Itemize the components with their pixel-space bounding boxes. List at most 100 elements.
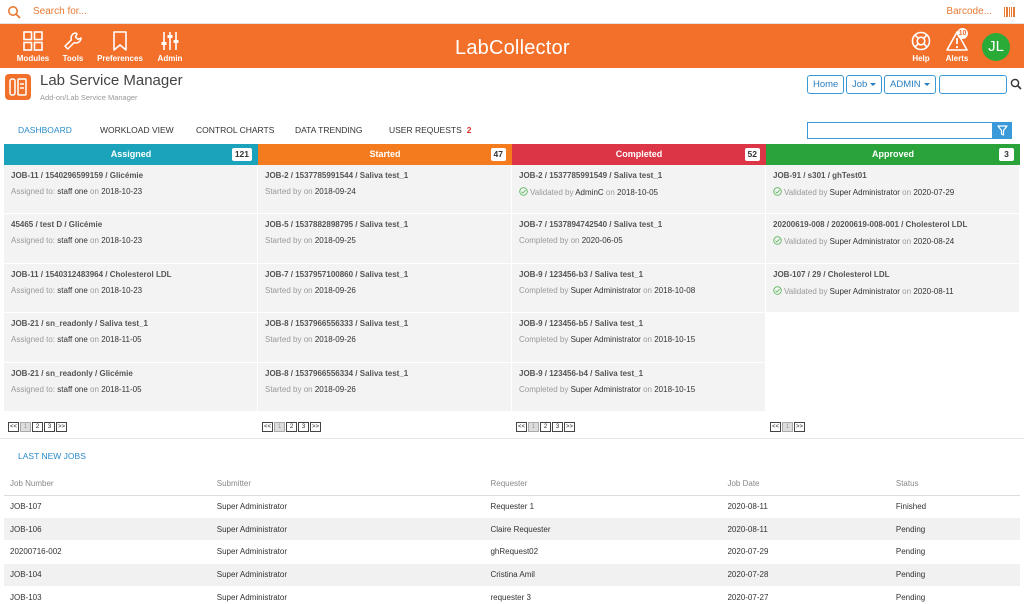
tab-dashboard[interactable]: DASHBOARD (18, 125, 72, 135)
page-button[interactable]: >> (564, 422, 576, 432)
job-card-on: on (90, 335, 99, 345)
job-card-title: JOB-9 / 123456-b5 / Saliva test_1 (519, 319, 644, 329)
job-card-status: Validated by AdminC on 2018-10-05 (519, 187, 758, 197)
check-circle-icon (773, 187, 782, 196)
global-search-input[interactable]: Search for... (33, 6, 87, 17)
job-card[interactable]: JOB-5 / 1537882898795 / Saliva test_1 Sta… (258, 214, 512, 264)
job-card[interactable]: JOB-2 / 1537785991544 / Saliva test_1 Sta… (258, 165, 512, 215)
table-cell: Super Administrator (210, 540, 485, 564)
job-card[interactable]: JOB-9 / 123456-b5 / Saliva test_1 Complet… (512, 313, 766, 363)
nav-alerts[interactable]: Alerts 10 (942, 24, 972, 68)
tab-data-trending[interactable]: DATA TRENDING (295, 125, 363, 135)
home-button[interactable]: Home (807, 75, 845, 94)
nav-modules[interactable]: Modules (14, 24, 52, 68)
table-cell: Super Administrator (210, 586, 485, 604)
table-row[interactable]: 20200716-002 Super Administrator ghRequest… (4, 540, 1020, 564)
tab-workload-view[interactable]: WORKLOAD VIEW (100, 125, 174, 135)
search-icon[interactable] (1010, 78, 1022, 90)
job-card[interactable]: JOB-7 / 1537894742540 / Saliva test_1 Com… (512, 214, 766, 264)
wrench-icon (64, 32, 82, 50)
job-card[interactable]: JOB-8 / 1537966556334 / Saliva test_1 Sta… (258, 362, 512, 412)
job-card[interactable]: JOB-11 / 1540312483964 / Cholesterol LDL… (4, 263, 258, 314)
table-row[interactable]: JOB-104 Super Administrator Cristina Amil 2… (4, 563, 1020, 587)
job-card-on: on (902, 237, 912, 247)
table-cell: 2020-07-28 (721, 563, 890, 587)
tab-control-charts[interactable]: CONTROL CHARTS (196, 125, 274, 135)
table-row[interactable]: JOB-103 Super Administrator requester 3 202… (4, 586, 1020, 604)
job-card[interactable]: JOB-91 / s301 / ghTest01 Validated by Sup… (766, 165, 1020, 215)
job-card-on: on (570, 236, 580, 246)
job-card-on: on (902, 286, 912, 296)
page-button[interactable]: 1 (782, 422, 794, 432)
filter-button[interactable] (993, 122, 1012, 139)
tab-user-requests[interactable]: USER REQUESTS 2 (389, 125, 471, 135)
job-card-status: Assigned to: staff one on 2018-11-05 (11, 385, 250, 394)
job-card[interactable]: JOB-9 / 123456-b3 / Saliva test_1 Complet… (512, 263, 766, 314)
page-button[interactable]: << (8, 422, 20, 432)
page-button[interactable]: 3 (44, 422, 56, 432)
filter-input[interactable] (807, 122, 993, 139)
page-button[interactable]: 3 (552, 422, 564, 432)
page-button[interactable]: << (770, 422, 782, 432)
job-card-action: Completed by (519, 285, 569, 295)
job-card-date: 2020-06-05 (581, 236, 623, 246)
job-card[interactable]: 45465 / test D / Glicémie Assigned to: st… (4, 214, 258, 264)
job-card[interactable]: JOB-21 / sn_readonly / Glicémie Assigned … (4, 362, 258, 412)
page-button[interactable]: << (516, 422, 528, 432)
table-row[interactable]: JOB-106 Super Administrator Claire Request… (4, 517, 1020, 542)
nav-tools[interactable]: Tools (60, 24, 86, 68)
barcode-icon[interactable] (1004, 6, 1016, 18)
page-button[interactable]: 2 (32, 422, 44, 432)
nav-help[interactable]: Help (908, 24, 934, 68)
job-card-user: Super Administrator (829, 188, 900, 197)
job-card[interactable]: JOB-7 / 1537957100860 / Saliva test_1 Sta… (258, 263, 512, 314)
job-card[interactable]: JOB-8 / 1537966556333 / Saliva test_1 Sta… (258, 313, 512, 363)
page-button[interactable]: 3 (298, 422, 310, 432)
page-button[interactable]: >> (56, 422, 68, 432)
page-button[interactable]: 2 (286, 422, 298, 432)
column-header: Submitter (210, 473, 485, 496)
job-card[interactable]: JOB-2 / 1537785991549 / Saliva test_1 Val… (512, 165, 766, 215)
nav-admin[interactable]: Admin (155, 24, 185, 68)
page-button[interactable]: 1 (20, 422, 32, 432)
labcollector-logo: LabCollector (455, 37, 570, 59)
page-button[interactable]: 1 (274, 422, 286, 432)
job-card-date: 2018-11-05 (101, 384, 142, 394)
job-card-date: 2018-10-23 (101, 187, 143, 196)
nav-preferences[interactable]: Preferences (95, 24, 145, 68)
nav-admin-label: Admin (157, 54, 183, 63)
job-card-date: 2020-07-29 (913, 188, 955, 197)
lifebuoy-icon (911, 31, 931, 51)
bookmark-icon (113, 31, 127, 51)
page-button[interactable]: << (262, 422, 274, 432)
job-card[interactable]: JOB-9 / 123456-b4 / Saliva test_1 Complet… (512, 362, 766, 412)
job-card-user: Super Administrator (570, 285, 641, 295)
table-cell: Finished (889, 495, 1020, 519)
job-dropdown[interactable]: Job (846, 75, 883, 94)
user-avatar[interactable]: JL (982, 33, 1010, 61)
page-button[interactable]: 1 (528, 422, 540, 432)
table-row[interactable]: JOB-107 Super Administrator Requester 1 202… (4, 495, 1020, 519)
job-card-user: Super Administrator (829, 286, 900, 296)
job-card[interactable]: JOB-11 / 1540296599159 / Glicémie Assigne… (4, 165, 258, 215)
last-new-jobs-table: Job Number Submitter Requester Job Date Stat… (4, 473, 1020, 604)
page-button[interactable]: 2 (540, 422, 552, 432)
job-card-status: Assigned to: staff one on 2018-10-23 (11, 286, 250, 295)
nav-alerts-label: Alerts (945, 54, 969, 63)
job-card[interactable]: JOB-107 / 29 / Cholesterol LDL Validated … (766, 263, 1020, 314)
job-card[interactable]: JOB-21 / sn_readonly / Saliva test_1 Assi… (4, 313, 258, 363)
page-button[interactable]: >> (794, 422, 806, 432)
job-search-input[interactable] (939, 75, 1007, 94)
table-cell: 2020-08-11 (721, 495, 890, 519)
table-cell: requester 3 (484, 586, 722, 604)
search-icon[interactable] (7, 5, 21, 19)
page-button[interactable]: >> (310, 422, 322, 432)
column-assigned: Assigned 121 JOB-11 / 1540296599159 / Glic… (4, 144, 258, 438)
barcode-search-input[interactable]: Barcode... (946, 6, 992, 17)
job-card-title: 45465 / test D / Glicémie (11, 220, 103, 230)
admin-dropdown[interactable]: ADMIN (884, 75, 936, 94)
job-card-status: Assigned to: staff one on 2018-11-05 (11, 335, 250, 344)
column-started: Started 47 JOB-2 / 1537785991544 / Saliva … (258, 144, 512, 438)
job-card[interactable]: 20200619-008 / 20200619-008-001 / Choles… (766, 214, 1020, 264)
job-card-date: 2018-10-23 (101, 285, 143, 295)
